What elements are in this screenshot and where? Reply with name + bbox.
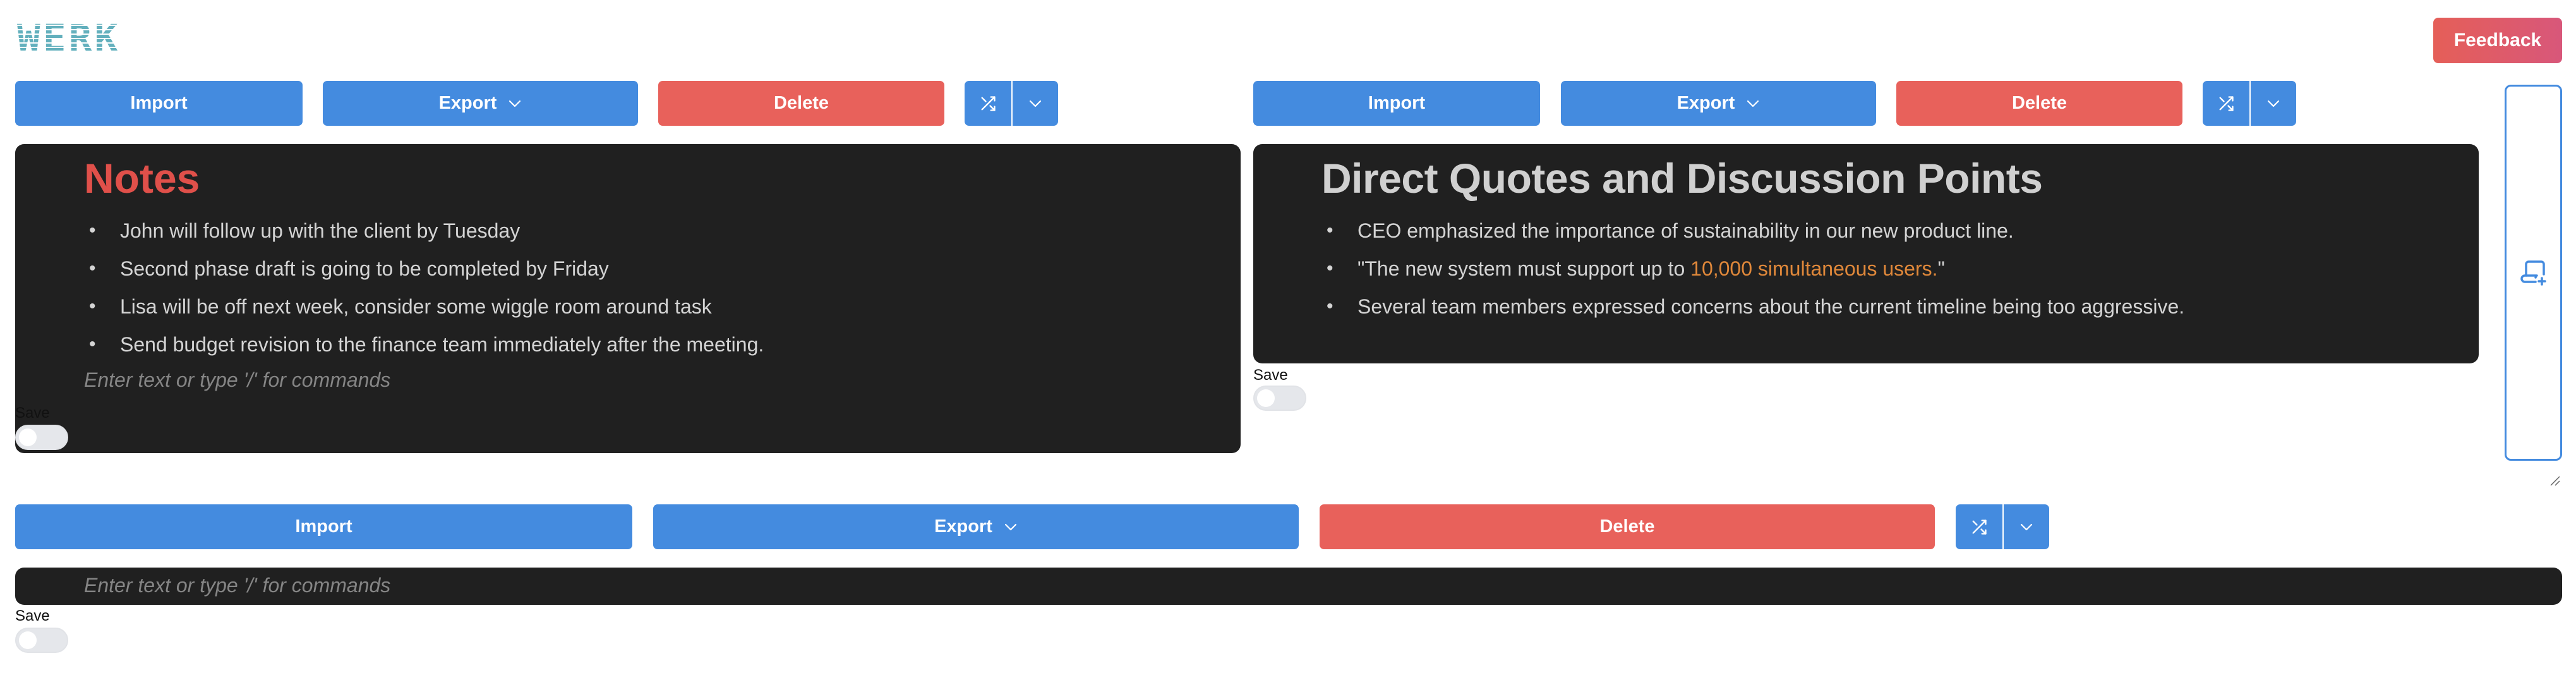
empty-editor[interactable]: Enter text or type '/' for commands <box>15 568 2562 605</box>
add-block-panel[interactable] <box>2505 85 2562 461</box>
toggle-knob <box>19 631 37 649</box>
add-script-icon <box>2520 260 2546 286</box>
save-toggle[interactable] <box>15 628 68 653</box>
shuffle-options-button[interactable] <box>2004 504 2049 549</box>
shuffle-button[interactable] <box>1956 504 2004 549</box>
toggle-knob <box>1257 389 1275 407</box>
list-item-text: Send budget revision to the finance team… <box>120 333 764 356</box>
resize-handle-icon[interactable] <box>2549 475 2561 487</box>
bullet-icon: • <box>89 296 96 317</box>
list-item-text-after: " <box>1937 257 1945 280</box>
delete-button[interactable]: Delete <box>1896 81 2182 126</box>
list-item: • CEO emphasized the importance of sustai… <box>1327 212 2184 250</box>
import-button[interactable]: Import <box>1253 81 1540 126</box>
save-label: Save <box>15 607 50 624</box>
shuffle-button[interactable] <box>2203 81 2251 126</box>
chevron-down-icon <box>1747 100 1759 107</box>
delete-button[interactable]: Delete <box>1320 504 1935 549</box>
save-toggle[interactable] <box>15 425 68 450</box>
save-label: Save <box>1253 367 1288 384</box>
delete-label: Delete <box>1599 516 1655 537</box>
delete-label: Delete <box>773 93 829 113</box>
list-item-text: CEO emphasized the importance of sustain… <box>1357 219 2014 242</box>
list-item-text-before: "The new system must support up to <box>1357 257 1691 280</box>
list-item: • Send budget revision to the finance tea… <box>89 325 764 363</box>
shuffle-icon <box>1972 519 1987 535</box>
list-item-text: Several team members expressed concerns … <box>1357 295 2185 318</box>
shuffle-split-button <box>965 81 1058 126</box>
list-item: • Second phase draft is going to be compl… <box>89 250 764 288</box>
editor-placeholder[interactable]: Enter text or type '/' for commands <box>84 574 390 597</box>
list-item: • Lisa will be off next week, consider so… <box>89 288 764 325</box>
list-item-text: John will follow up with the client by T… <box>120 219 521 242</box>
bullet-icon: • <box>1327 296 1333 317</box>
import-button[interactable]: Import <box>15 81 303 126</box>
feedback-button[interactable]: Feedback <box>2433 18 2562 63</box>
export-label: Export <box>438 93 497 113</box>
list-item-text: Lisa will be off next week, consider som… <box>120 295 712 318</box>
shuffle-split-button <box>1956 504 2049 549</box>
quotes-list: • CEO emphasized the importance of sustai… <box>1327 212 2185 325</box>
editor-placeholder[interactable]: Enter text or type '/' for commands <box>84 368 390 392</box>
shuffle-button[interactable] <box>965 81 1013 126</box>
notes-list: • John will follow up with the client by … <box>89 212 764 363</box>
shuffle-options-button[interactable] <box>1013 81 1058 126</box>
bullet-icon: • <box>89 334 96 355</box>
chevron-down-icon <box>1004 523 1017 530</box>
list-item-text: Second phase draft is going to be comple… <box>120 257 609 280</box>
toggle-knob <box>19 429 37 446</box>
export-button[interactable]: Export <box>653 504 1299 549</box>
export-label: Export <box>934 516 992 537</box>
save-toggle[interactable] <box>1253 386 1306 411</box>
highlighted-text: 10,000 simultaneous users. <box>1690 257 1938 280</box>
shuffle-split-button <box>2203 81 2296 126</box>
list-item: • John will follow up with the client by … <box>89 212 764 250</box>
bullet-icon: • <box>89 220 96 241</box>
notes-heading: Notes <box>84 155 200 202</box>
export-label: Export <box>1676 93 1735 113</box>
chevron-down-icon <box>509 100 521 107</box>
shuffle-options-button[interactable] <box>2251 81 2296 126</box>
bullet-icon: • <box>1327 258 1333 279</box>
import-label: Import <box>130 93 188 113</box>
bullet-icon: • <box>1327 220 1333 241</box>
quotes-heading: Direct Quotes and Discussion Points <box>1321 155 2043 202</box>
shuffle-icon <box>981 95 996 111</box>
import-label: Import <box>295 516 352 537</box>
logo: WERK <box>17 16 121 59</box>
quotes-editor[interactable]: Direct Quotes and Discussion Points • CEO… <box>1253 144 2479 363</box>
chevron-down-icon <box>2267 100 2280 107</box>
list-item: • "The new system must support up to 10,0… <box>1327 250 2184 288</box>
chevron-down-icon <box>1029 100 1042 107</box>
import-label: Import <box>1368 93 1426 113</box>
bullet-icon: • <box>89 258 96 279</box>
export-button[interactable]: Export <box>1561 81 1876 126</box>
chevron-down-icon <box>2020 523 2033 530</box>
notes-editor[interactable]: Notes • John will follow up with the clie… <box>15 144 1241 453</box>
delete-button[interactable]: Delete <box>658 81 944 126</box>
list-item: • Several team members expressed concerns… <box>1327 288 2185 325</box>
shuffle-icon <box>2219 95 2234 111</box>
import-button[interactable]: Import <box>15 504 632 549</box>
save-label: Save <box>15 404 50 422</box>
export-button[interactable]: Export <box>323 81 638 126</box>
delete-label: Delete <box>2011 93 2067 113</box>
